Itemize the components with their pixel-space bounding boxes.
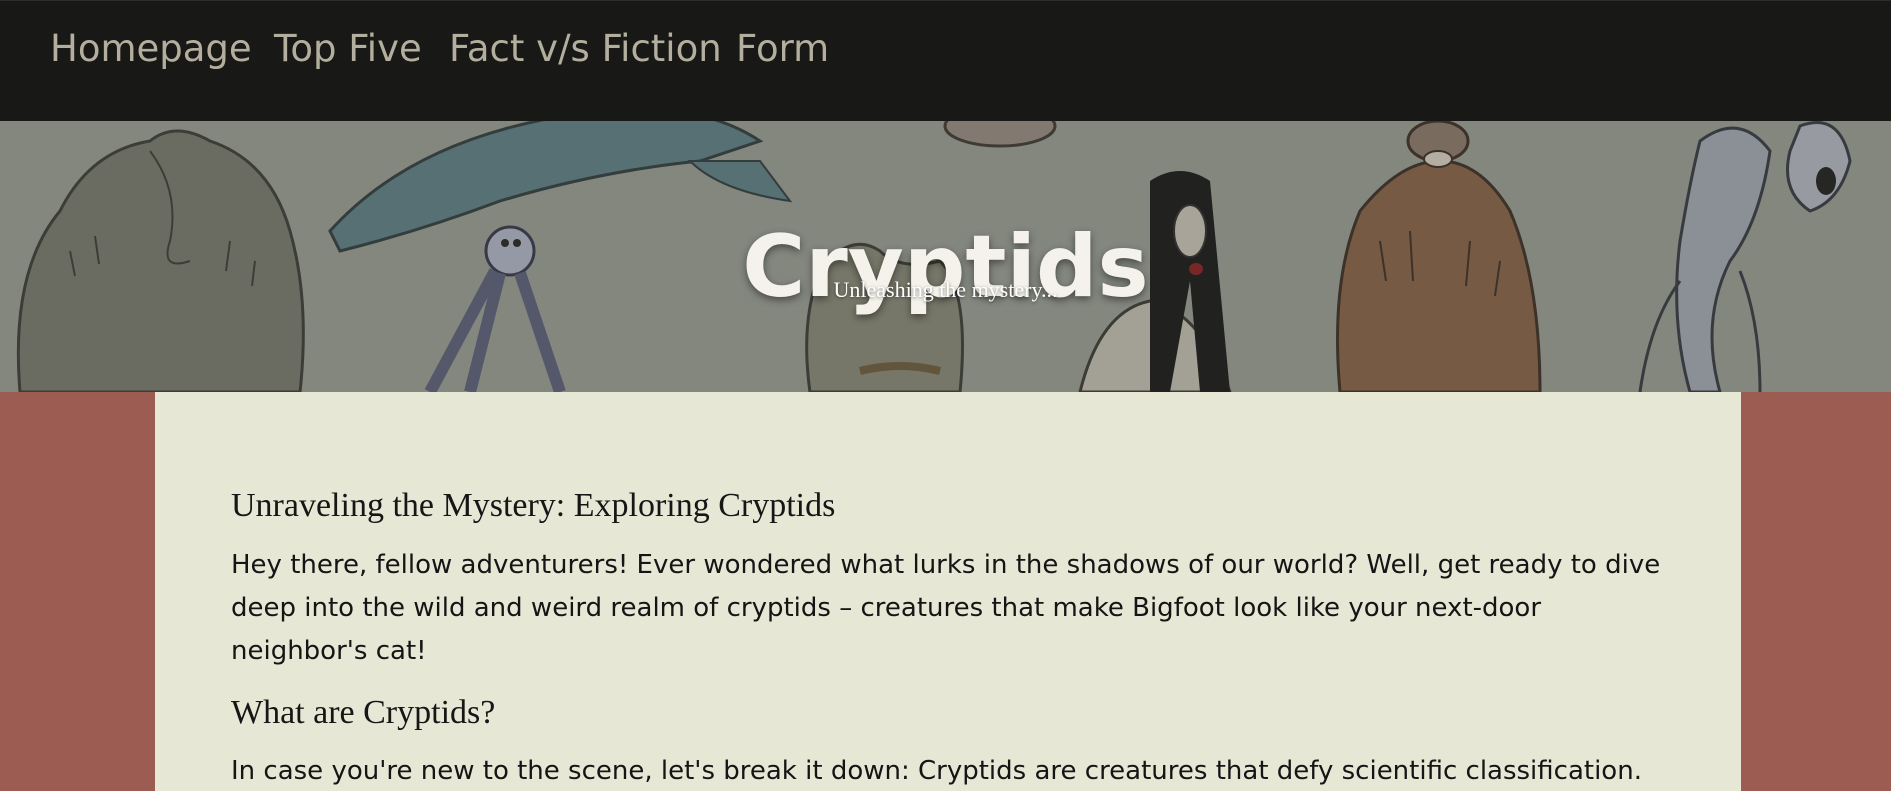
nav-link-form[interactable]: Form [736,27,829,70]
nav-link-homepage[interactable]: Homepage [50,27,252,70]
nav-link-top-five[interactable]: Top Five [274,27,422,70]
section-heading-exploring: Unraveling the Mystery: Exploring Crypti… [231,487,836,524]
hero-banner: Cryptids Unleashing the mystery... [0,121,1891,392]
intro-paragraph: Hey there, fellow adventurers! Ever wond… [231,550,1661,666]
section-heading-what-are: What are Cryptids? [231,694,496,731]
nav-link-fact-vs-fiction[interactable]: Fact v/s Fiction [449,27,722,70]
navbar: Homepage Top Five Fact v/s Fiction Form [0,0,1891,121]
hero-subtitle: Unleashing the mystery... [833,277,1058,302]
main-content: Unraveling the Mystery: Exploring Crypti… [155,392,1741,791]
definition-paragraph: In case you're new to the scene, let's b… [231,756,1642,786]
